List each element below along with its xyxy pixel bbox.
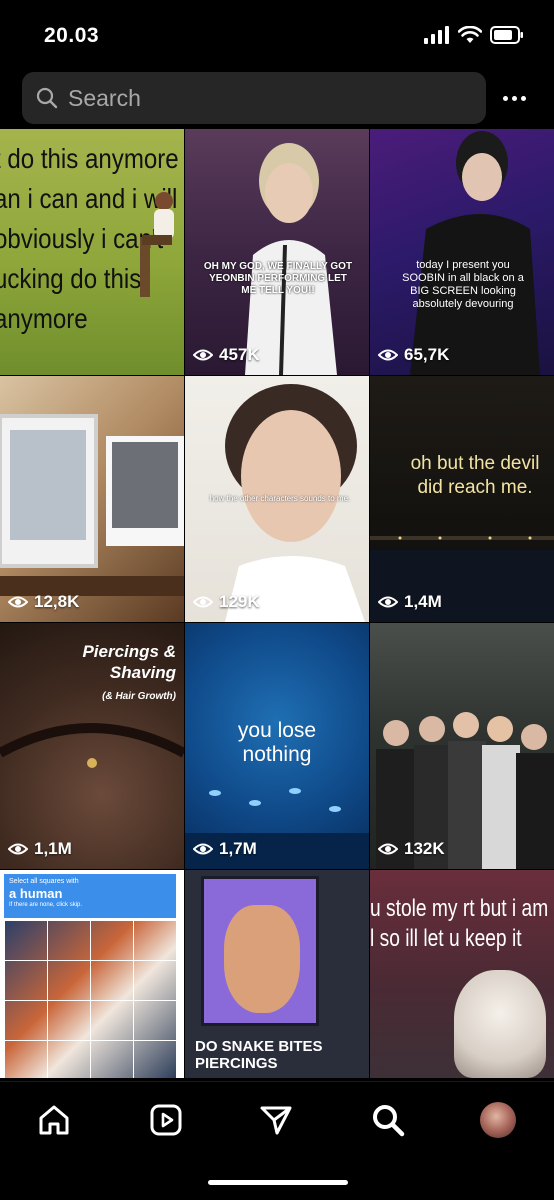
view-count: 129K: [193, 592, 260, 612]
eye-icon: [193, 596, 213, 608]
view-count-label: 129K: [219, 592, 260, 611]
caption-title: Piercings & Shaving: [82, 642, 176, 682]
eye-icon: [378, 596, 398, 608]
grid-tile[interactable]: how the other characters sounds to me. 1…: [185, 376, 369, 622]
send-icon: [260, 1106, 292, 1135]
eye-icon: [378, 349, 398, 361]
profile-avatar[interactable]: [480, 1102, 516, 1138]
sitting-girl-figure: [140, 192, 174, 297]
home-icon: [39, 1105, 69, 1135]
kitten-image: [454, 970, 546, 1078]
tab-search[interactable]: [368, 1100, 408, 1140]
battery-icon: [490, 26, 523, 44]
view-count-label: 1,4M: [404, 592, 442, 611]
eye-icon: [8, 843, 28, 855]
captcha-target: a human: [9, 886, 63, 901]
eye-icon: [193, 349, 213, 361]
reels-icon: [150, 1104, 182, 1136]
view-count-label: 1,1M: [34, 839, 72, 858]
grid-tile[interactable]: t do this anymore an i can and i will ob…: [0, 129, 184, 375]
search-input[interactable]: Search: [22, 72, 486, 124]
eye-icon: [193, 843, 213, 855]
tile-caption: Piercings & Shaving (& Hair Growth): [36, 641, 176, 707]
status-bar: 20.03: [0, 0, 554, 68]
captcha-instruction: Select all squares with: [9, 878, 79, 885]
view-count: 12,8K: [8, 592, 79, 612]
performer-silhouette: [410, 131, 540, 375]
captcha-hint: If there are none, click skip.: [9, 902, 83, 908]
wifi-icon: [458, 26, 482, 43]
view-count: 457K: [193, 345, 260, 365]
grid-tile[interactable]: u stole my rt but i am l so ill let u ke…: [370, 870, 554, 1078]
grid-tile[interactable]: oh but the devil did reach me. 1,4M: [370, 376, 554, 622]
grid-tile[interactable]: today I present you SOOBIN in all black …: [370, 129, 554, 375]
view-count: 65,7K: [378, 345, 449, 365]
captcha-header: Select all squares with a human If there…: [4, 874, 176, 918]
performer-silhouette: [245, 143, 337, 375]
view-count-label: 1,7M: [219, 839, 257, 858]
tile-caption: OH MY GOD, WE FINALLY GOT YEONBIN PERFOR…: [203, 261, 353, 296]
more-options-icon[interactable]: [498, 84, 530, 112]
grid-tile[interactable]: Piercings & Shaving (& Hair Growth) 1,1M: [0, 623, 184, 869]
tile-caption: oh but the devil did reach me.: [410, 453, 540, 498]
portrait-face: [224, 905, 300, 1013]
view-count-label: 132K: [404, 839, 445, 858]
tile-caption: you lose nothing: [237, 719, 317, 766]
tile-caption: DO SNAKE BITES PIERCINGS: [195, 1038, 323, 1072]
tile-caption: how the other characters sounds to me.: [209, 494, 351, 503]
view-count: 1,7M: [193, 839, 257, 859]
grid-tile[interactable]: 12,8K: [0, 376, 184, 622]
grid-tile[interactable]: 132K: [370, 623, 554, 869]
view-count-label: 12,8K: [34, 592, 80, 611]
view-count: 132K: [378, 839, 445, 859]
eye-closeup: [0, 723, 184, 768]
photo-frames: [0, 414, 184, 596]
search-row: Search: [0, 72, 554, 126]
illustrated-portrait: [201, 876, 319, 1026]
explore-grid: t do this anymore an i can and i will ob…: [0, 129, 554, 1081]
view-count-label: 65,7K: [404, 345, 450, 364]
tile-caption: u stole my rt but i am l so ill let u ke…: [370, 895, 549, 952]
cellular-signal-icon: [424, 26, 449, 44]
view-count: 1,4M: [378, 592, 442, 612]
status-icons: [424, 26, 524, 44]
caption-subtitle: (& Hair Growth): [102, 691, 176, 702]
tab-reels[interactable]: [146, 1100, 186, 1140]
eye-icon: [8, 596, 28, 608]
search-placeholder: Search: [68, 84, 141, 111]
tile-caption: today I present you SOOBIN in all black …: [402, 259, 524, 310]
grid-tile[interactable]: you lose nothing 1,7M: [185, 623, 369, 869]
view-count: 1,1M: [8, 839, 72, 859]
tab-messages[interactable]: [256, 1100, 296, 1140]
tab-home[interactable]: [34, 1100, 74, 1140]
captcha-image-grid: [4, 920, 176, 1078]
home-indicator: [208, 1180, 348, 1185]
grid-tile[interactable]: DO SNAKE BITES PIERCINGS: [185, 870, 369, 1078]
search-icon: [373, 1105, 405, 1137]
search-icon: [36, 87, 58, 109]
captcha-grid-lines: [4, 920, 176, 1078]
grid-tile[interactable]: Select all squares with a human If there…: [0, 870, 184, 1078]
view-count-label: 457K: [219, 345, 260, 364]
grid-tile[interactable]: OH MY GOD, WE FINALLY GOT YEONBIN PERFOR…: [185, 129, 369, 375]
eye-icon: [378, 843, 398, 855]
status-time: 20.03: [44, 24, 100, 47]
